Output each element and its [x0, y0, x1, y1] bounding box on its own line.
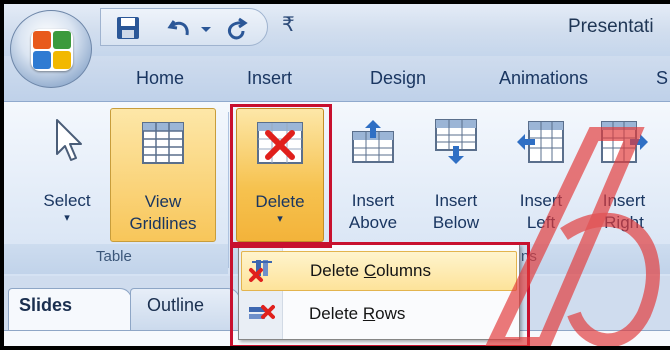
insert-below-button[interactable]: Insert Below [416, 108, 496, 242]
delete-dropdown-arrow: ▾ [277, 213, 283, 225]
select-dropdown-arrow: ▾ [64, 212, 70, 224]
insert-column-left-icon [517, 121, 564, 163]
insert-right-label-line1: Insert [602, 191, 646, 210]
insert-below-label-line1: Insert [434, 191, 478, 210]
gridlines-icon [142, 122, 184, 164]
office-logo-icon [31, 29, 73, 71]
tab-insert[interactable]: Insert [247, 68, 292, 89]
menu-item-delete-rows[interactable]: Delete Rows [241, 295, 517, 335]
view-gridlines-label-line2: Gridlines [129, 214, 197, 233]
tab-slide-show[interactable]: S [656, 68, 668, 89]
redo-icon[interactable] [223, 15, 249, 41]
view-gridlines-label-line1: View [144, 192, 182, 211]
select-button[interactable]: Select ▾ [36, 108, 98, 242]
insert-below-label-line2: Below [432, 213, 480, 232]
ribbon-tabs: Home Insert Design Animations S [4, 56, 670, 102]
delete-label: Delete [255, 192, 305, 211]
cursor-arrow-icon [56, 119, 82, 161]
delete-table-icon [257, 122, 303, 164]
insert-right-button[interactable]: Insert Right [586, 108, 662, 242]
window-title: Presentati [568, 16, 654, 37]
insert-row-below-icon [435, 119, 477, 164]
tab-outline[interactable]: Outline [130, 288, 240, 332]
delete-rows-label: Delete Rows [309, 304, 406, 323]
save-icon[interactable] [115, 15, 141, 41]
tab-design[interactable]: Design [370, 68, 426, 89]
delete-button[interactable]: Delete ▾ [236, 108, 324, 242]
tab-animations[interactable]: Animations [499, 68, 588, 89]
tab-home[interactable]: Home [136, 68, 184, 89]
group-label-rows-columns: ns [521, 248, 537, 265]
delete-columns-label: Delete Columns [310, 261, 431, 280]
delete-rows-icon [249, 305, 275, 319]
undo-icon[interactable] [167, 15, 193, 41]
quick-access-toolbar [100, 8, 268, 46]
delete-columns-icon [249, 260, 272, 282]
view-gridlines-button[interactable]: View Gridlines [110, 108, 216, 242]
application-window: ₹ Presentati Home Insert Design Animatio… [0, 0, 670, 350]
insert-right-label-line2: Right [604, 213, 644, 232]
group-label-table: Table [96, 248, 132, 265]
insert-above-button[interactable]: Insert Above [338, 108, 408, 242]
menu-item-delete-columns[interactable]: Delete Columns [241, 251, 517, 291]
undo-dropdown-icon[interactable] [199, 15, 213, 41]
title-bar: ₹ Presentati [4, 4, 670, 56]
select-label: Select [43, 191, 91, 210]
delete-dropdown-menu: Delete Columns Delete Rows [238, 244, 520, 340]
tab-slides[interactable]: Slides [8, 288, 132, 332]
insert-left-label-line1: Insert [519, 191, 563, 210]
insert-row-above-icon [352, 120, 394, 163]
insert-left-button[interactable]: Insert Left [506, 108, 576, 242]
insert-column-right-icon [601, 121, 648, 163]
office-button[interactable] [10, 10, 92, 88]
insert-above-label-line2: Above [348, 213, 398, 232]
insert-above-label-line1: Insert [351, 191, 395, 210]
insert-left-label-line2: Left [526, 213, 556, 232]
group-separator [228, 112, 229, 268]
customize-toolbar-icon[interactable]: ₹ [282, 12, 300, 36]
